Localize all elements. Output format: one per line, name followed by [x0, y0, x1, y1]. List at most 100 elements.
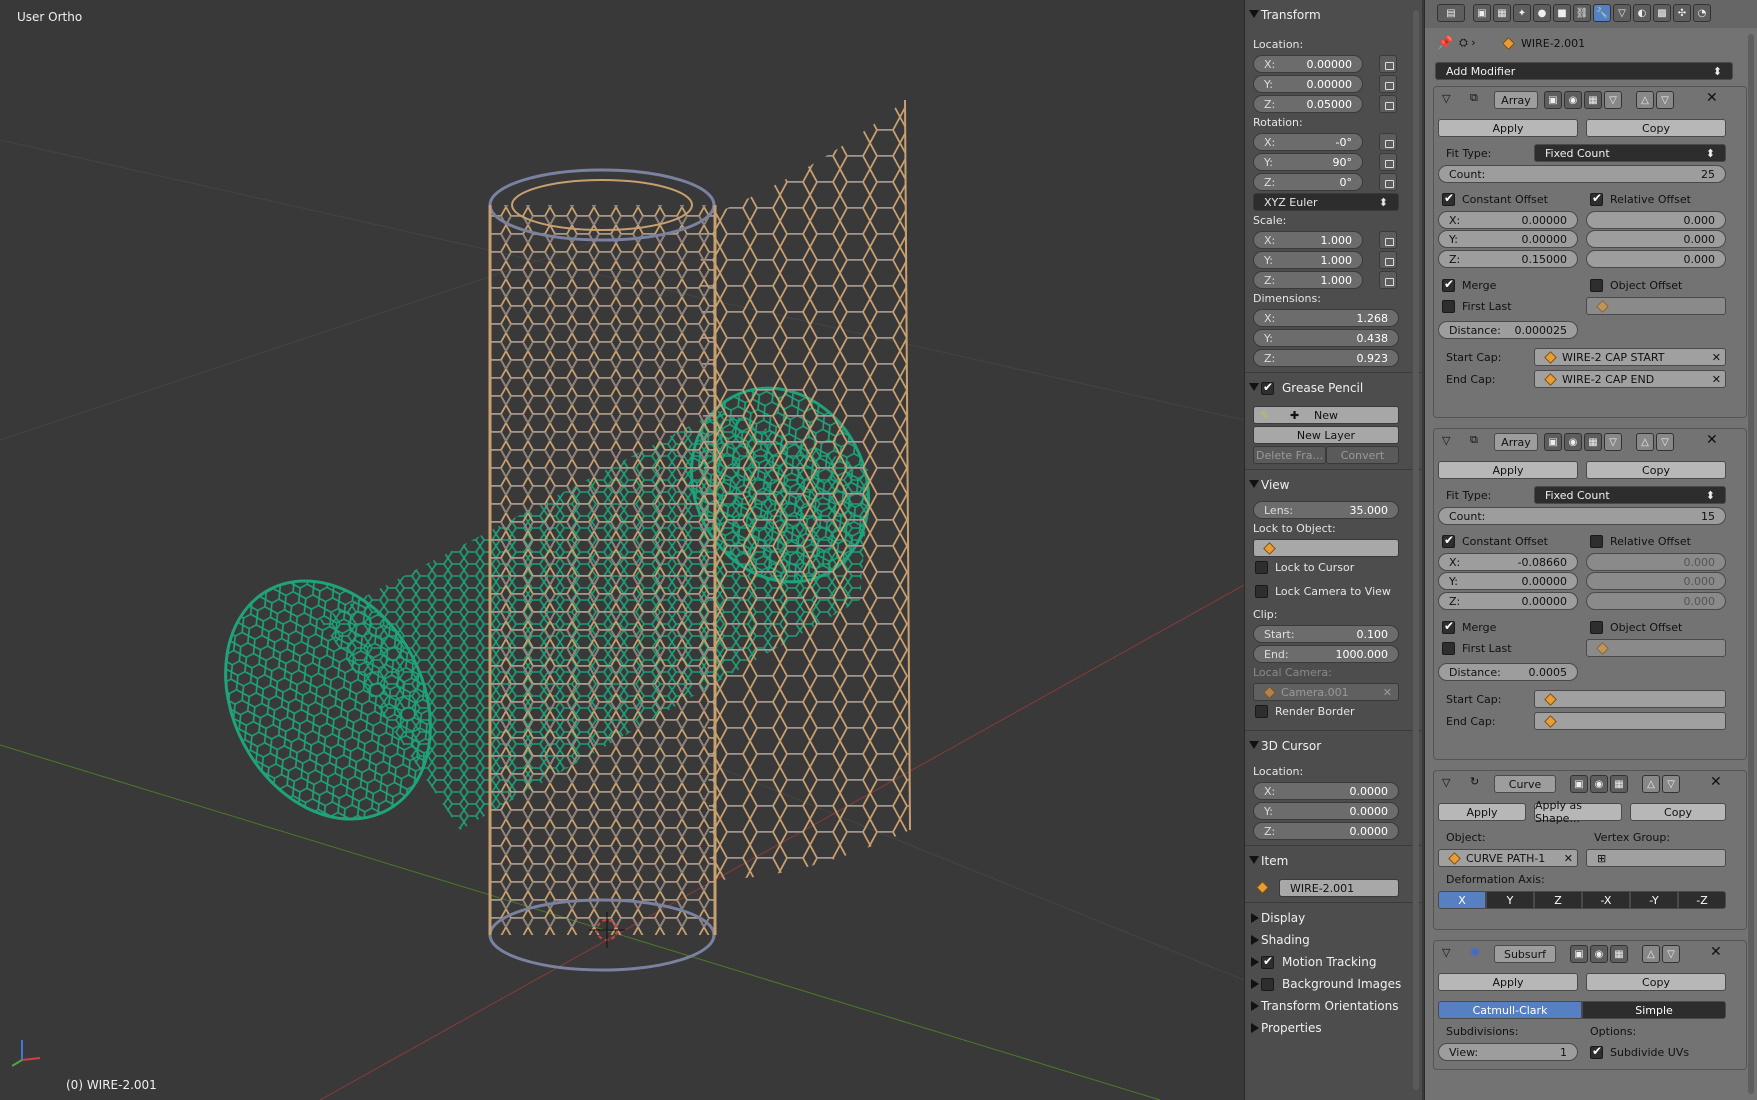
dimension-y-field[interactable]: Y: 0.438 — [1253, 329, 1399, 347]
lock-icon[interactable] — [1379, 271, 1397, 289]
viewport-toggle-icon[interactable]: ◉ — [1590, 945, 1608, 963]
motion-tracking-panel-header[interactable]: Motion Tracking — [1245, 951, 1422, 973]
add-modifier-dropdown[interactable]: Add Modifier ⬍ — [1435, 62, 1733, 80]
lock-icon[interactable] — [1379, 75, 1397, 93]
start-cap-field[interactable]: WIRE-2 CAP START ✕ — [1534, 348, 1726, 366]
remove-modifier-icon[interactable]: ✕ — [1710, 944, 1722, 960]
data-tab-icon[interactable]: ▽ — [1613, 4, 1631, 22]
background-images-panel-header[interactable]: Background Images — [1245, 973, 1422, 995]
properties-scrollbar[interactable] — [1748, 34, 1754, 1094]
lock-icon[interactable] — [1379, 231, 1397, 249]
simple-button[interactable]: Simple — [1582, 1001, 1726, 1019]
apply-button[interactable]: Apply — [1438, 973, 1578, 991]
rotation-mode-select[interactable]: XYZ Euler ⬍ — [1253, 193, 1399, 211]
pin-icon[interactable]: 📌 — [1437, 36, 1453, 51]
move-up-icon[interactable]: △ — [1636, 433, 1654, 451]
merge-distance-field[interactable]: Distance: 0.0005 — [1438, 663, 1578, 681]
axis-neg-z-button[interactable]: -Z — [1678, 891, 1726, 909]
rotation-y-field[interactable]: Y: 90° — [1253, 153, 1363, 171]
3d-viewport[interactable]: User Ortho (0) WIRE-2.001 — [0, 0, 1244, 1100]
scale-x-field[interactable]: X: 1.000 — [1253, 231, 1363, 249]
clip-start-field[interactable]: Start: 0.100 — [1253, 625, 1399, 643]
editmode-toggle-icon[interactable]: ▦ — [1610, 945, 1628, 963]
constant-offset-y-field[interactable]: Y: 0.00000 — [1438, 572, 1578, 590]
clip-end-field[interactable]: End: 1000.000 — [1253, 645, 1399, 663]
location-x-field[interactable]: X: 0.00000 — [1253, 55, 1363, 73]
modifier-name-field[interactable]: Array — [1494, 91, 1538, 109]
fit-type-select[interactable]: Fixed Count ⬍ — [1534, 486, 1726, 504]
count-field[interactable]: Count: 25 — [1438, 165, 1726, 183]
cursor-y-field[interactable]: Y: 0.0000 — [1253, 802, 1399, 820]
remove-modifier-icon[interactable]: ✕ — [1710, 774, 1722, 790]
render-toggle-icon[interactable]: ▣ — [1570, 945, 1588, 963]
editmode-toggle-icon[interactable]: ▦ — [1584, 91, 1602, 109]
display-panel-header[interactable]: Display — [1245, 907, 1422, 929]
transform-panel-header[interactable]: Transform — [1245, 4, 1422, 26]
lock-object-field[interactable] — [1253, 539, 1399, 557]
cage-toggle-icon[interactable]: ▽ — [1604, 433, 1622, 451]
constant-offset-checkbox[interactable] — [1442, 533, 1455, 548]
viewport-toggle-icon[interactable]: ◉ — [1590, 775, 1608, 793]
editmode-toggle-icon[interactable]: ▦ — [1610, 775, 1628, 793]
fit-type-select[interactable]: Fixed Count ⬍ — [1534, 144, 1726, 162]
collapse-icon[interactable]: ▽ — [1442, 776, 1450, 789]
constraints-tab-icon[interactable]: ⛓ — [1573, 4, 1591, 22]
remove-modifier-icon[interactable]: ✕ — [1706, 90, 1718, 106]
relative-offset-checkbox[interactable] — [1590, 535, 1603, 548]
first-last-checkbox[interactable] — [1442, 642, 1455, 655]
apply-button[interactable]: Apply — [1438, 803, 1526, 821]
collapse-icon[interactable]: ▽ — [1442, 946, 1450, 959]
texture-tab-icon[interactable]: ▩ — [1653, 4, 1671, 22]
grease-pencil-panel-header[interactable]: Grease Pencil — [1245, 377, 1422, 399]
collapse-icon[interactable]: ▽ — [1442, 92, 1450, 105]
location-y-field[interactable]: Y: 0.00000 — [1253, 75, 1363, 93]
world-tab-icon[interactable]: ● — [1533, 4, 1551, 22]
viewport-toggle-icon[interactable]: ◉ — [1564, 433, 1582, 451]
render-toggle-icon[interactable]: ▣ — [1544, 433, 1562, 451]
motion-tracking-checkbox[interactable] — [1261, 954, 1274, 969]
dimension-z-field[interactable]: Z: 0.923 — [1253, 349, 1399, 367]
vertex-group-field[interactable]: ⊞ — [1586, 849, 1726, 867]
apply-button[interactable]: Apply — [1438, 461, 1578, 479]
relative-offset-checkbox[interactable] — [1590, 191, 1603, 206]
3d-cursor-panel-header[interactable]: 3D Cursor — [1245, 735, 1422, 757]
lens-field[interactable]: Lens: 35.000 — [1253, 501, 1399, 519]
editmode-toggle-icon[interactable]: ▦ — [1584, 433, 1602, 451]
material-tab-icon[interactable]: ◐ — [1633, 4, 1651, 22]
modifier-name-field[interactable]: Array — [1494, 433, 1538, 451]
location-z-field[interactable]: Z: 0.05000 — [1253, 95, 1363, 113]
scene-tab-icon[interactable]: ✦ — [1513, 4, 1531, 22]
curve-object-field[interactable]: CURVE PATH-1 ✕ — [1438, 849, 1578, 867]
copy-button[interactable]: Copy — [1586, 461, 1726, 479]
merge-distance-field[interactable]: Distance: 0.000025 — [1438, 321, 1578, 339]
apply-button[interactable]: Apply — [1438, 119, 1578, 137]
object-tab-icon[interactable]: ■ — [1553, 4, 1571, 22]
offset-object-field[interactable] — [1586, 639, 1726, 657]
end-cap-field[interactable] — [1534, 712, 1726, 730]
move-down-icon[interactable]: ▽ — [1656, 91, 1674, 109]
view-panel-header[interactable]: View — [1245, 474, 1422, 496]
start-cap-field[interactable] — [1534, 690, 1726, 708]
new-layer-button[interactable]: New Layer — [1253, 426, 1399, 444]
constant-offset-x-field[interactable]: X: 0.00000 — [1438, 211, 1578, 229]
move-down-icon[interactable]: ▽ — [1662, 945, 1680, 963]
physics-tab-icon[interactable]: ◔ — [1693, 4, 1711, 22]
first-last-checkbox[interactable] — [1442, 300, 1455, 313]
relative-offset-z-field[interactable]: 0.000 — [1586, 250, 1726, 268]
object-offset-checkbox[interactable] — [1590, 621, 1603, 634]
lock-icon[interactable] — [1379, 173, 1397, 191]
item-panel-header[interactable]: Item — [1245, 850, 1422, 872]
count-field[interactable]: Count: 15 — [1438, 507, 1726, 525]
rotation-x-field[interactable]: X: -0° — [1253, 133, 1363, 151]
constant-offset-z-field[interactable]: Z: 0.00000 — [1438, 592, 1578, 610]
grease-pencil-checkbox[interactable] — [1261, 380, 1274, 395]
layers-tab-icon[interactable]: ▦ — [1493, 4, 1511, 22]
grease-new-button[interactable]: ✎ ✚ New — [1253, 406, 1399, 424]
cage-toggle-icon[interactable]: ▽ — [1604, 91, 1622, 109]
catmull-clark-button[interactable]: Catmull-Clark — [1438, 1001, 1582, 1019]
axis-z-button[interactable]: Z — [1534, 891, 1582, 909]
merge-checkbox[interactable] — [1442, 277, 1455, 292]
modifier-name-field[interactable]: Subsurf — [1494, 945, 1556, 963]
constant-offset-z-field[interactable]: Z: 0.15000 — [1438, 250, 1578, 268]
dimension-x-field[interactable]: X: 1.268 — [1253, 309, 1399, 327]
